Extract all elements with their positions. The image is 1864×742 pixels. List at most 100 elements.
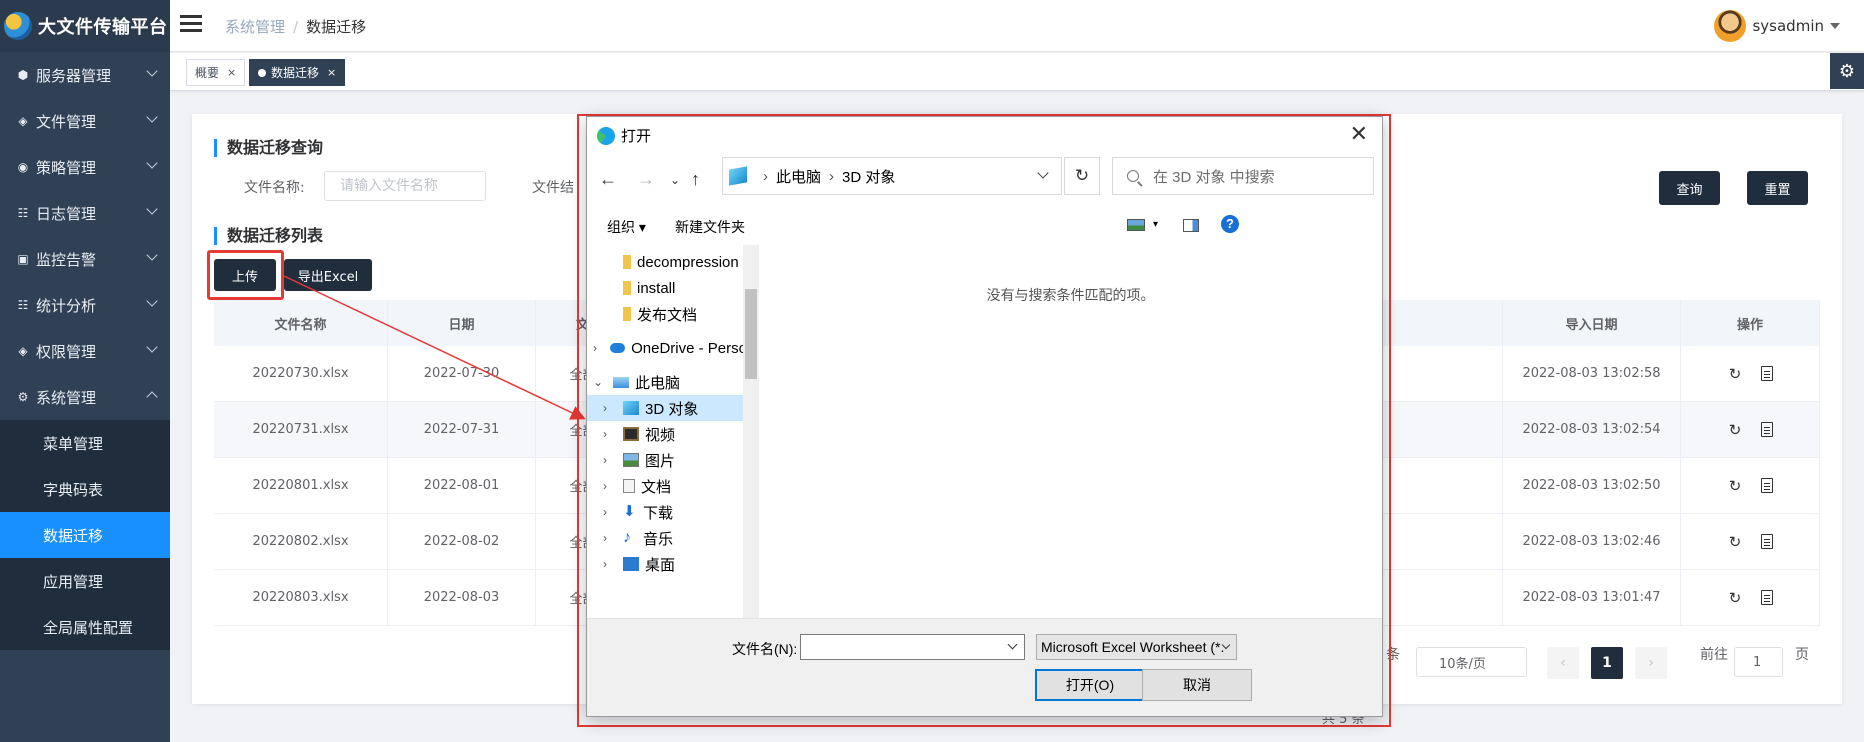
new-folder-button[interactable]: 新建文件夹 [675,217,745,237]
sidebar-subitem-app[interactable]: 应用管理 [0,558,170,604]
organize-menu[interactable]: 组织 ▾ [607,217,646,237]
cell-imported: 2022-08-03 13:02:54 [1503,402,1681,457]
pictures-icon [623,453,639,467]
sidebar-subitem-dictionary[interactable]: 字典码表 [0,466,170,512]
export-excel-button[interactable]: 导出Excel [284,259,372,291]
chevron-right-icon[interactable]: › [593,341,604,355]
document-icon[interactable] [1761,590,1773,605]
chevron-down-icon[interactable] [1037,167,1049,179]
highlight-box [207,250,284,300]
address-bar[interactable]: › 此电脑 › 3D 对象 [722,157,1062,195]
file-type-select[interactable]: Microsoft Excel Worksheet (*. [1036,634,1237,660]
reset-button[interactable]: 重置 [1747,171,1808,205]
tree-item[interactable]: install [587,275,747,301]
goto-input[interactable]: 1 [1734,647,1783,677]
tree-item[interactable]: › ⬇ 下载 [587,499,747,525]
chevron-right-icon[interactable]: › [603,531,617,545]
tree-item[interactable]: 发布文档 [587,301,747,327]
next-page-button[interactable]: › [1635,647,1667,679]
tree-item-selected[interactable]: › 3D 对象 [587,395,747,421]
sidebar-subitem-data-migration[interactable]: 数据迁移 [0,512,170,558]
user-menu[interactable]: sysadmin [1714,10,1840,42]
sidebar-item-stats[interactable]: ☷ 统计分析 [0,282,170,328]
query-button[interactable]: 查询 [1659,171,1720,205]
breadcrumb-item[interactable]: 系统管理 [225,18,285,36]
chevron-right-icon[interactable]: › [603,427,617,441]
tree-item[interactable]: › OneDrive - Perso [587,335,747,361]
chevron-right-icon[interactable]: › [603,453,617,467]
retry-icon[interactable]: ↻ [1727,533,1743,551]
sidebar-item-system[interactable]: ⚙ 系统管理 [0,374,170,420]
chevron-down-icon[interactable]: ⌄ [593,375,607,389]
refresh-icon[interactable]: ↻ [1064,157,1100,195]
tree-item[interactable]: › 桌面 [587,551,747,577]
sidebar-item-label: 统计分析 [36,296,97,315]
tree-item[interactable]: › 视频 [587,421,747,447]
tag-data-migration[interactable]: 数据迁移 × [249,59,346,86]
document-icon[interactable] [1761,478,1773,493]
sidebar-subitem-menu[interactable]: 菜单管理 [0,420,170,466]
retry-icon[interactable]: ↻ [1727,421,1743,439]
sidebar-item-monitor[interactable]: ▣ 监控告警 [0,236,170,282]
page-number-button[interactable]: 1 [1591,647,1623,679]
retry-icon[interactable]: ↻ [1727,365,1743,383]
chevron-right-icon[interactable]: › [603,557,617,571]
open-button[interactable]: 打开(O) [1035,669,1145,701]
music-icon: ♪ [623,529,631,546]
address-segment[interactable]: 3D 对象 [842,166,895,187]
sidebar-item-log[interactable]: ☷ 日志管理 [0,190,170,236]
file-name-input[interactable]: 请输入文件名称 [324,171,486,201]
tree-item[interactable]: decompression [587,249,747,275]
chevron-down-icon [146,157,158,169]
retry-icon[interactable]: ↻ [1727,589,1743,607]
document-icon[interactable] [1761,534,1773,549]
sidebar-item-policy[interactable]: ◉ 策略管理 [0,144,170,190]
caret-down-icon[interactable] [1830,23,1840,29]
preview-pane-icon[interactable] [1183,219,1199,232]
close-icon[interactable]: × [327,66,336,79]
recent-chevron-icon[interactable]: ⌄ [670,173,680,187]
document-icon[interactable] [1761,422,1773,437]
tree-item[interactable]: › ♪ 音乐 [587,525,747,551]
cancel-button[interactable]: 取消 [1142,669,1252,701]
sidebar-item-file[interactable]: ◈ 文件管理 [0,98,170,144]
prev-page-button[interactable]: ‹ [1547,647,1579,679]
forward-arrow-icon[interactable]: → [637,169,655,190]
tree-scrollbar-thumb[interactable] [745,289,757,379]
chevron-right-icon[interactable]: › [603,479,617,493]
tag-overview[interactable]: 概要 × [186,59,246,86]
help-icon[interactable]: ? [1221,215,1239,233]
settings-gear-icon[interactable]: ⚙ [1830,53,1864,89]
sidebar-item-permission[interactable]: ◈ 权限管理 [0,328,170,374]
retry-icon[interactable]: ↻ [1727,477,1743,495]
file-name-combobox[interactable] [800,634,1025,660]
tree-item[interactable]: ⌄ 此电脑 [587,369,747,395]
tree-item[interactable]: › 图片 [587,447,747,473]
username[interactable]: sysadmin [1752,17,1824,35]
chevron-down-icon[interactable] [1007,639,1018,650]
cell-imported: 2022-08-03 13:02:58 [1503,346,1681,401]
document-icon[interactable] [1761,366,1773,381]
address-segment[interactable]: 此电脑 [776,166,821,187]
chevron-down-icon [146,295,158,307]
tree-item[interactable]: › 文档 [587,473,747,499]
cell-ops: ↻ [1681,346,1820,401]
sidebar-item-server[interactable]: ⬢ 服务器管理 [0,52,170,98]
chevron-right-icon[interactable]: › [603,401,617,415]
close-icon[interactable]: ✕ [1350,121,1368,147]
hamburger-icon[interactable] [180,15,202,33]
view-mode-icon[interactable] [1127,219,1145,231]
sidebar-subitem-global-config[interactable]: 全局属性配置 [0,604,170,650]
desktop-icon [623,557,639,571]
page-size-select[interactable]: 10条/页 [1416,647,1527,677]
view-dropdown-icon[interactable]: ▾ [1153,219,1158,230]
column-header: 导入日期 [1503,300,1681,346]
up-arrow-icon[interactable]: ↑ [691,169,700,190]
back-arrow-icon[interactable]: ← [599,169,617,190]
avatar[interactable] [1714,10,1747,42]
close-icon[interactable]: × [227,66,236,79]
navigation-pane: decompression install 发布文档 › OneDrive - P… [587,245,759,618]
dialog-search-input[interactable]: 在 3D 对象 中搜索 [1112,157,1374,195]
cell-date: 2022-07-30 [388,346,536,401]
chevron-right-icon[interactable]: › [603,505,617,519]
